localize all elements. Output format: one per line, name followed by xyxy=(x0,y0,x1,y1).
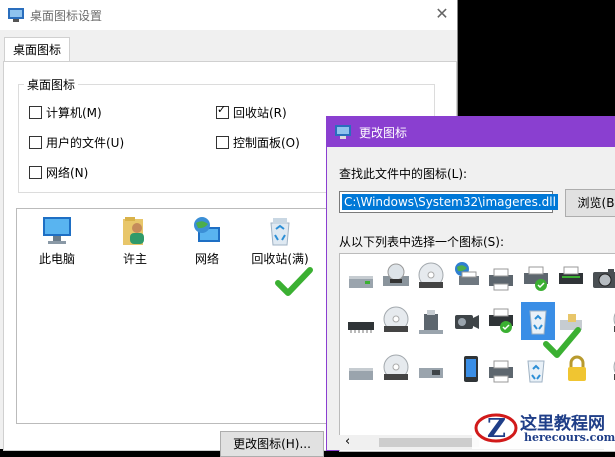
browse-button[interactable]: 浏览(B xyxy=(565,189,615,217)
memory-chip-icon[interactable] xyxy=(346,310,376,340)
printer-check-icon[interactable] xyxy=(486,306,516,336)
icon-label: 网络 xyxy=(194,252,219,266)
cd-r-disc-icon[interactable] xyxy=(611,354,615,384)
checkbox-label: 控制面板(O) xyxy=(233,136,300,150)
checkbox-box-checked[interactable] xyxy=(216,103,229,119)
svg-text:Z: Z xyxy=(487,414,506,444)
tab-desktop-icons[interactable]: 桌面图标 xyxy=(4,37,70,62)
watermark-url: herecours.com xyxy=(524,431,615,444)
icon-item-user-files[interactable]: 许主 xyxy=(101,215,169,267)
checkbox-box[interactable] xyxy=(29,106,42,119)
watermark-logo-icon: Z xyxy=(474,413,518,444)
computer-icon xyxy=(43,217,71,244)
cd-disc-icon[interactable] xyxy=(611,306,615,336)
camcorder-icon[interactable] xyxy=(451,306,481,336)
hdd-green-icon[interactable] xyxy=(346,266,376,296)
checkbox-label: 用户的文件(U) xyxy=(46,136,125,150)
desktop-icon-list[interactable]: 此电脑 许主 网络 回收站(满) xyxy=(16,208,338,424)
usb-drive-icon[interactable] xyxy=(416,356,446,386)
scroll-left-arrow[interactable]: ‹ xyxy=(345,434,350,449)
network-printer-icon[interactable] xyxy=(451,260,481,290)
dvd-drive-icon[interactable] xyxy=(381,262,411,292)
icon-item-recycle-bin-full[interactable]: 回收站(满) xyxy=(246,215,314,267)
checkbox-box[interactable] xyxy=(29,136,42,149)
find-icons-label: 查找此文件中的图标(L): xyxy=(339,167,468,181)
icon-item-this-pc[interactable]: 此电脑 xyxy=(23,215,91,267)
checkbox-label: 计算机(M) xyxy=(46,106,102,120)
user-folder-icon xyxy=(123,217,144,245)
window-title: 桌面图标设置 xyxy=(30,9,103,23)
dvd-r-disc-icon[interactable] xyxy=(381,306,411,336)
smartphone-icon[interactable] xyxy=(456,354,486,384)
printer-check-icon[interactable] xyxy=(521,264,551,294)
watermark: Z 这里教程网 herecours.com xyxy=(472,406,615,449)
checkbox-user-files[interactable]: 用户的文件(U) xyxy=(29,134,124,151)
dialog-title-bar[interactable]: 更改图标 xyxy=(327,117,615,147)
title-bar[interactable]: 桌面图标设置 ✕ xyxy=(0,0,457,30)
change-icon-dialog: 更改图标 查找此文件中的图标(L): C:\Windows\System32\i… xyxy=(326,116,615,452)
icon-label: 此电脑 xyxy=(38,252,75,266)
checkbox-computer[interactable]: 计算机(M) xyxy=(29,104,102,121)
change-icon-button[interactable]: 更改图标(H)... xyxy=(220,431,324,457)
icon-file-path-input[interactable]: C:\Windows\System32\imageres.dll xyxy=(339,191,558,213)
icon-label: 许主 xyxy=(122,252,147,266)
usb-drive-icon[interactable] xyxy=(416,308,446,338)
camera-icon[interactable] xyxy=(590,264,615,294)
close-button[interactable]: ✕ xyxy=(430,2,454,26)
network-globe-icon xyxy=(194,217,220,242)
checkbox-control-panel[interactable]: 控制面板(O) xyxy=(216,134,300,151)
dvd-rw-disc-icon[interactable] xyxy=(416,262,446,292)
scrollbar-thumb[interactable] xyxy=(379,438,479,447)
green-checkmark-icon xyxy=(275,267,313,296)
checkbox-recycle-bin[interactable]: 回收站(R) xyxy=(216,103,287,121)
display-settings-icon xyxy=(8,8,24,22)
printer-icon[interactable] xyxy=(556,262,586,292)
icon-label: 回收站(满) xyxy=(251,252,309,266)
icon-item-network[interactable]: 网络 xyxy=(173,215,241,267)
printer-icon[interactable] xyxy=(486,356,516,386)
checkbox-network[interactable]: 网络(N) xyxy=(29,164,88,181)
recycle-bin-full-icon xyxy=(270,218,290,246)
hdd-icon[interactable] xyxy=(346,358,376,388)
green-checkmark-icon xyxy=(543,327,581,358)
dvd-ram-disc-icon[interactable] xyxy=(381,354,411,384)
display-settings-icon xyxy=(335,125,351,139)
checkbox-label: 回收站(R) xyxy=(233,106,287,120)
group-label: 桌面图标 xyxy=(24,76,79,93)
checkbox-box[interactable] xyxy=(216,136,229,149)
dialog-title: 更改图标 xyxy=(359,126,408,140)
select-icon-label: 从以下列表中选择一个图标(S): xyxy=(339,235,505,249)
checkbox-label: 网络(N) xyxy=(46,166,89,180)
printer-icon[interactable] xyxy=(486,264,516,294)
path-value: C:\Windows\System32\imageres.dll xyxy=(342,194,558,210)
checkbox-box[interactable] xyxy=(29,166,42,179)
